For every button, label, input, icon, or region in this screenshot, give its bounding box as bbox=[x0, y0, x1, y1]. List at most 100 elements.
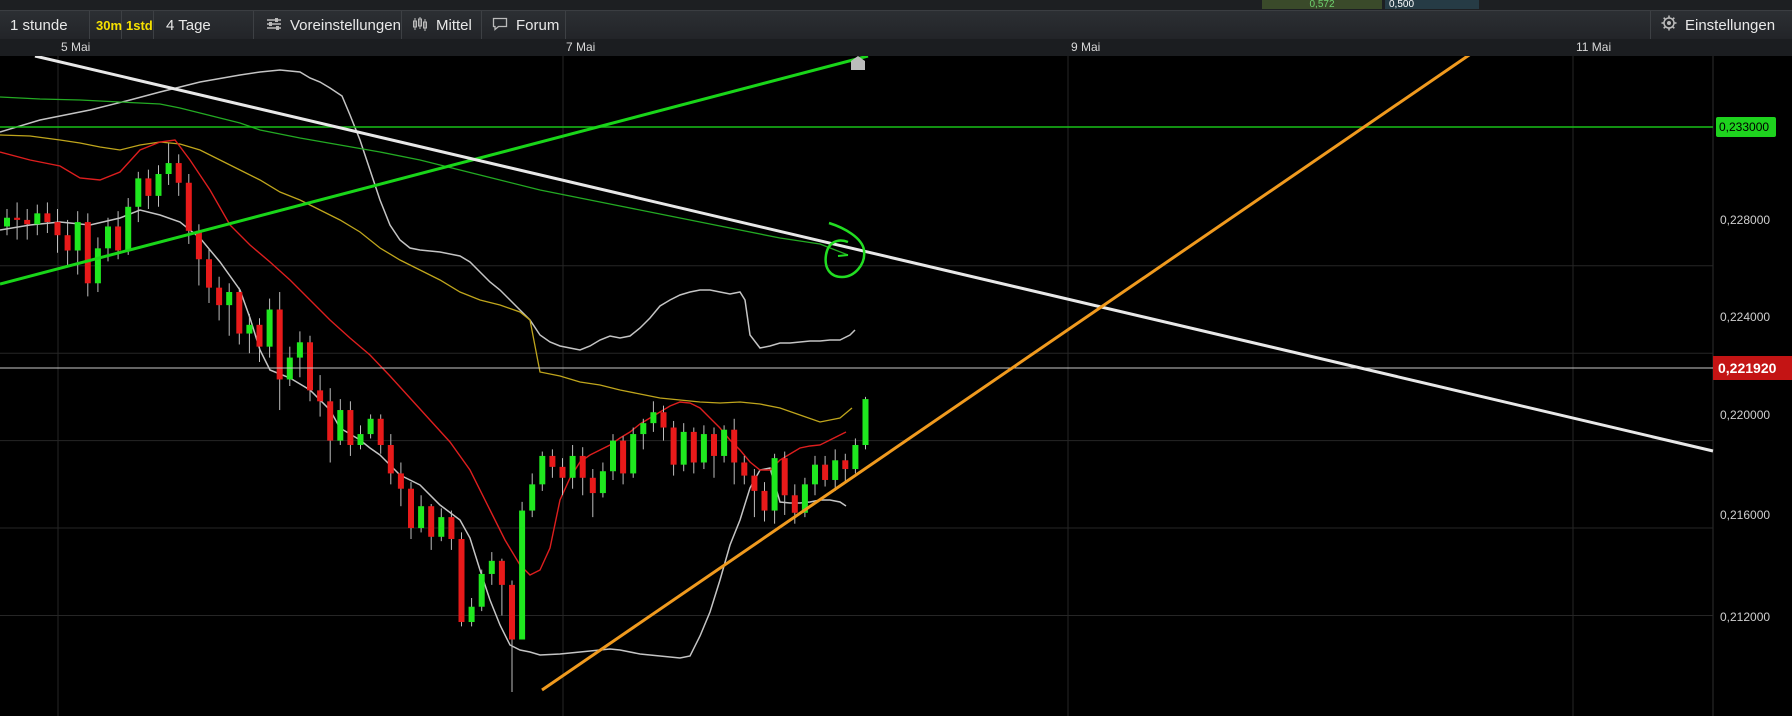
candle-up[interactable] bbox=[418, 506, 425, 529]
candle-down[interactable] bbox=[761, 490, 768, 511]
candle-up[interactable] bbox=[74, 222, 81, 251]
candle-up[interactable] bbox=[610, 440, 616, 472]
candle-down[interactable] bbox=[751, 475, 758, 491]
presets-button[interactable]: Voreinstellungen bbox=[256, 11, 402, 40]
candle-up[interactable] bbox=[246, 324, 253, 334]
price-chart[interactable]: 0,228000 0,224000 0,220000 0,216000 0,21… bbox=[0, 56, 1792, 716]
candle-up[interactable] bbox=[226, 292, 233, 306]
y-tick-label: 0,220000 bbox=[1720, 408, 1770, 422]
candle-down[interactable] bbox=[175, 163, 182, 183]
candle-up[interactable] bbox=[569, 455, 576, 478]
candle-up[interactable] bbox=[155, 174, 162, 196]
candle-down[interactable] bbox=[842, 460, 849, 470]
candle-down[interactable] bbox=[589, 477, 596, 494]
candle-down[interactable] bbox=[579, 455, 586, 478]
candle-up[interactable] bbox=[529, 484, 536, 511]
candle-up[interactable] bbox=[488, 560, 495, 574]
candle-up[interactable] bbox=[599, 471, 606, 494]
candle-down[interactable] bbox=[397, 473, 404, 489]
candle-down[interactable] bbox=[559, 466, 566, 478]
candle-down[interactable] bbox=[14, 217, 21, 220]
candle-down[interactable] bbox=[791, 495, 798, 513]
candle-up[interactable] bbox=[438, 517, 445, 537]
candle-down[interactable] bbox=[307, 342, 313, 391]
candle-up[interactable] bbox=[4, 217, 10, 227]
candle-down[interactable] bbox=[458, 538, 465, 623]
candle-down[interactable] bbox=[195, 230, 202, 260]
candle-down[interactable] bbox=[498, 560, 505, 585]
candle-down[interactable] bbox=[327, 401, 334, 441]
candle-down[interactable] bbox=[145, 178, 152, 196]
candle-down[interactable] bbox=[670, 427, 677, 465]
candle-down[interactable] bbox=[24, 219, 31, 225]
candle-down[interactable] bbox=[408, 488, 414, 529]
candle-up[interactable] bbox=[771, 458, 778, 511]
candle-up[interactable] bbox=[700, 434, 707, 463]
candle-up[interactable] bbox=[539, 455, 546, 485]
candle-up[interactable] bbox=[468, 606, 475, 623]
candle-down[interactable] bbox=[690, 431, 697, 463]
candle-up[interactable] bbox=[94, 248, 101, 284]
candle-up[interactable] bbox=[165, 163, 172, 175]
candle-down[interactable] bbox=[620, 440, 627, 474]
candle-up[interactable] bbox=[135, 178, 142, 207]
candle-down[interactable] bbox=[54, 222, 61, 236]
indicator-button[interactable]: Mittel bbox=[402, 11, 482, 40]
candle-down[interactable] bbox=[549, 455, 556, 467]
candle-down[interactable] bbox=[317, 390, 324, 402]
candle-down[interactable] bbox=[741, 462, 748, 476]
interval-1std-button[interactable]: 1std bbox=[122, 11, 154, 40]
candle-up[interactable] bbox=[650, 412, 657, 424]
candle-up[interactable] bbox=[266, 309, 273, 347]
candle-up[interactable] bbox=[478, 573, 485, 607]
candle-down[interactable] bbox=[448, 517, 455, 539]
candle-up[interactable] bbox=[296, 342, 303, 358]
candle-down[interactable] bbox=[428, 506, 435, 537]
timeframe-select[interactable]: 1 stunde bbox=[0, 11, 90, 40]
candle-up[interactable] bbox=[721, 429, 728, 456]
top-strip: 0,572 0,500 bbox=[0, 0, 1792, 10]
candle-up[interactable] bbox=[286, 357, 293, 380]
candle-down[interactable] bbox=[64, 235, 71, 251]
plot-background bbox=[0, 56, 1792, 716]
candle-down[interactable] bbox=[44, 213, 51, 223]
x-tick-label: 5 Mai bbox=[61, 40, 91, 54]
candle-down[interactable] bbox=[509, 584, 515, 640]
candle-up[interactable] bbox=[367, 418, 374, 435]
candle-down[interactable] bbox=[731, 429, 738, 463]
candle-down[interactable] bbox=[347, 410, 354, 446]
settings-button[interactable]: Einstellungen bbox=[1650, 11, 1792, 40]
candle-down[interactable] bbox=[115, 226, 122, 251]
candle-down[interactable] bbox=[216, 287, 223, 306]
candle-down[interactable] bbox=[256, 324, 263, 347]
forum-button[interactable]: Forum bbox=[482, 11, 566, 40]
candle-down[interactable] bbox=[387, 445, 394, 474]
candle-down[interactable] bbox=[84, 222, 91, 284]
candle-up[interactable] bbox=[519, 510, 526, 640]
candle-down[interactable] bbox=[276, 309, 283, 380]
range-select[interactable]: 4 Tage bbox=[156, 11, 254, 40]
candle-up[interactable] bbox=[357, 434, 364, 446]
candle-up[interactable] bbox=[337, 410, 344, 441]
candle-down[interactable] bbox=[377, 418, 384, 446]
candle-down[interactable] bbox=[660, 412, 667, 428]
candle-down[interactable] bbox=[206, 259, 212, 288]
candle-down[interactable] bbox=[822, 464, 829, 480]
candle-up[interactable] bbox=[640, 423, 647, 435]
candle-up[interactable] bbox=[105, 226, 111, 249]
candle-up[interactable] bbox=[862, 399, 869, 446]
candle-up[interactable] bbox=[812, 464, 818, 485]
hand-drawn-circle-tail bbox=[837, 254, 849, 257]
candle-down[interactable] bbox=[781, 458, 788, 496]
candle-down[interactable] bbox=[185, 182, 192, 231]
candle-down[interactable] bbox=[711, 434, 717, 456]
candle-up[interactable] bbox=[680, 431, 687, 465]
candle-up[interactable] bbox=[125, 206, 132, 251]
x-tick-label: 7 Mai bbox=[566, 40, 596, 54]
interval-30m-button[interactable]: 30m bbox=[92, 11, 122, 40]
candle-up[interactable] bbox=[34, 213, 41, 225]
candle-up[interactable] bbox=[852, 445, 859, 470]
candle-up[interactable] bbox=[630, 434, 637, 474]
candle-down[interactable] bbox=[236, 292, 243, 334]
candle-up[interactable] bbox=[832, 460, 839, 480]
